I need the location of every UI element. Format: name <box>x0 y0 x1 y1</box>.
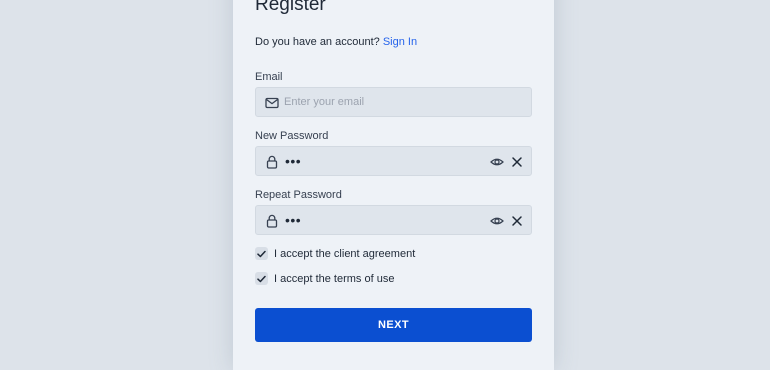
close-icon[interactable] <box>511 155 523 169</box>
check-icon <box>257 250 266 257</box>
lock-icon <box>265 155 279 169</box>
new-password-value[interactable]: ••• <box>285 154 301 168</box>
repeat-password-value[interactable]: ••• <box>285 213 301 227</box>
terms-of-use-row[interactable]: I accept the terms of use <box>255 272 394 285</box>
register-card: Register Do you have an account? Sign In… <box>233 0 554 370</box>
client-agreement-row[interactable]: I accept the client agreement <box>255 247 415 260</box>
page-title: Register <box>255 0 326 15</box>
terms-of-use-label: I accept the terms of use <box>274 272 395 285</box>
close-icon[interactable] <box>511 214 523 228</box>
account-prompt: Do you have an account? Sign In <box>255 36 417 48</box>
new-password-field[interactable]: ••• <box>255 146 532 176</box>
mail-icon <box>265 96 279 110</box>
eye-icon[interactable] <box>490 214 504 228</box>
eye-icon[interactable] <box>490 155 504 169</box>
register-form: Register Do you have an account? Sign In… <box>255 0 532 370</box>
email-label: Email <box>255 71 283 83</box>
client-agreement-checkbox[interactable] <box>255 247 268 260</box>
lock-icon <box>265 214 279 228</box>
repeat-password-label: Repeat Password <box>255 189 342 201</box>
new-password-label: New Password <box>255 130 329 142</box>
account-prompt-text: Do you have an account? <box>255 36 380 48</box>
terms-of-use-checkbox[interactable] <box>255 272 268 285</box>
repeat-password-field[interactable]: ••• <box>255 205 532 235</box>
sign-in-link[interactable]: Sign In <box>383 36 417 48</box>
next-button[interactable]: NEXT <box>255 308 532 342</box>
check-icon <box>257 275 266 282</box>
email-field[interactable] <box>255 87 532 117</box>
email-input[interactable] <box>284 88 484 116</box>
client-agreement-label: I accept the client agreement <box>274 247 416 260</box>
